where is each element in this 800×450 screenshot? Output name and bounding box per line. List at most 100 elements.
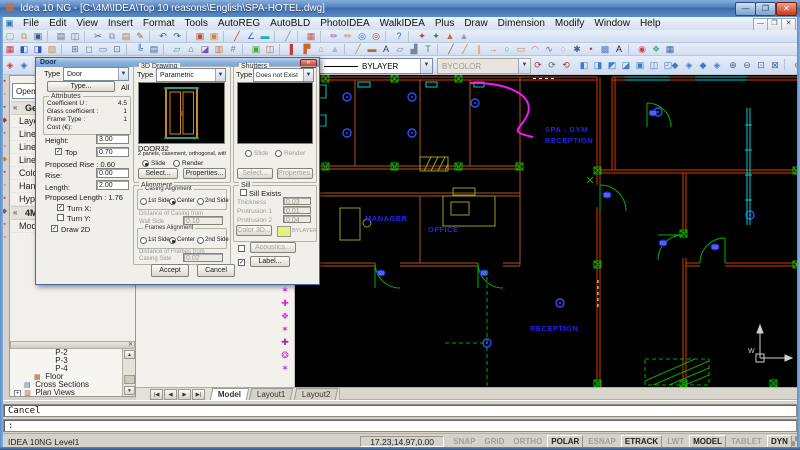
tab-nav-button[interactable]: ◀ <box>164 389 177 400</box>
shutters-type-combo[interactable]: Does not Exist ▼ <box>253 68 314 82</box>
zoom-icon[interactable]: ⊖ <box>740 59 754 71</box>
tool-icon[interactable] <box>163 44 168 55</box>
tool-icon[interactable]: ↷ <box>170 30 184 42</box>
tool-icon[interactable]: ▱ <box>170 43 184 55</box>
orbit-icon[interactable]: ⟳ <box>531 59 545 71</box>
drawing-canvas[interactable]: W SPA - GYM RECEPTION MANAGER OFFICE REC… <box>295 75 800 387</box>
tool-icon[interactable]: ▦ <box>663 43 677 55</box>
tool-icon[interactable]: ▧ <box>45 43 59 55</box>
status-toggle[interactable]: SNAP <box>449 435 479 448</box>
panel-splitter[interactable]: ✕ <box>10 341 135 349</box>
label-button[interactable]: Label... <box>250 256 290 267</box>
tool-icon[interactable]: ▣ <box>249 43 263 55</box>
menu-item[interactable]: Dimension <box>493 17 550 30</box>
tool-icon[interactable]: ❖ <box>649 43 663 55</box>
tool-icon[interactable]: ⌂ <box>184 43 198 55</box>
tool-icon[interactable]: ◌ <box>556 43 570 55</box>
tool-icon[interactable]: ◎ <box>355 30 369 42</box>
tool-icon[interactable] <box>84 31 89 42</box>
scroll-thumb[interactable] <box>124 375 135 384</box>
iso-view-icon[interactable]: ◆ <box>696 59 710 71</box>
tool-icon[interactable]: ? <box>392 30 406 42</box>
status-toggle[interactable]: MODEL <box>689 435 726 448</box>
menu-item[interactable]: Edit <box>44 17 71 30</box>
tool-icon[interactable]: ○ <box>500 43 514 55</box>
tool-icon[interactable]: ▲ <box>443 30 457 42</box>
tool-icon[interactable]: A <box>379 43 393 55</box>
3d-type-combo[interactable]: Parametric ▼ <box>156 68 226 82</box>
menu-item[interactable]: Plus <box>430 17 459 30</box>
tool-icon[interactable] <box>149 31 154 42</box>
tool-icon[interactable]: ✏ <box>327 30 341 42</box>
casing-center-radio[interactable] <box>169 198 176 205</box>
tool-icon[interactable]: ╱ <box>281 30 295 42</box>
tool-icon[interactable]: ✚ <box>278 336 292 349</box>
tool-icon[interactable] <box>126 44 131 55</box>
linetype-combo[interactable]: BYLAYER ▼ <box>319 58 433 74</box>
tool-icon[interactable]: ∿ <box>542 43 556 55</box>
view-cube-icon[interactable]: ◩ <box>605 59 619 71</box>
casing-2nd-side-radio[interactable] <box>197 198 204 205</box>
cancel-button[interactable]: Cancel <box>197 264 235 277</box>
tool-icon[interactable]: ◧ <box>17 43 31 55</box>
iso-view-icon[interactable]: ◆ <box>668 59 682 71</box>
height-field[interactable]: 3.00 <box>96 134 129 144</box>
zoom-icon[interactable]: ⊕ <box>726 59 740 71</box>
draw-2d-checkbox[interactable]: ✓ <box>51 225 58 232</box>
tool-icon[interactable]: ▦ <box>3 43 17 55</box>
close-button[interactable]: ✕ <box>776 2 797 16</box>
scroll-up-icon[interactable]: ▲ <box>124 350 135 359</box>
tool-icon[interactable]: ◨ <box>31 43 45 55</box>
tool-icon[interactable]: ▲ <box>457 30 471 42</box>
slide-radio[interactable] <box>142 160 149 167</box>
tool-icon[interactable]: ∠ <box>244 30 258 42</box>
tool-icon[interactable]: ◉ <box>635 43 649 55</box>
type-button[interactable]: Type... <box>47 81 115 92</box>
iso-view-icon[interactable]: ◈ <box>682 59 696 71</box>
tool-icon[interactable]: ▟ <box>407 43 421 55</box>
top-field[interactable]: 0.70 <box>96 147 129 157</box>
tool-icon[interactable]: ▤ <box>147 43 161 55</box>
minimize-button[interactable]: — <box>735 2 756 16</box>
turn-x-checkbox[interactable]: ✓ <box>57 204 64 211</box>
status-toggle[interactable]: TABLET <box>727 435 766 448</box>
label-checkbox[interactable]: ✓ <box>238 259 245 266</box>
layout-tab[interactable]: Layout2 <box>293 388 338 400</box>
tool-icon[interactable]: ❖ <box>278 310 292 323</box>
tool-icon[interactable]: • <box>584 43 598 55</box>
tool-icon[interactable]: ∥ <box>472 43 486 55</box>
tree-item[interactable]: P-4 <box>10 365 122 373</box>
tool-icon[interactable]: ▤ <box>54 30 68 42</box>
view-cube-icon[interactable]: ◪ <box>619 59 633 71</box>
tool-icon[interactable]: ╱ <box>444 43 458 55</box>
tool-icon[interactable]: ✱ <box>570 43 584 55</box>
horizontal-scrollbar[interactable] <box>339 387 798 400</box>
tool-icon[interactable]: ✏ <box>341 30 355 42</box>
properties-button[interactable]: Properties... <box>183 168 226 179</box>
status-toggle[interactable]: DYN <box>767 435 792 448</box>
chevron-down-icon[interactable]: ▼ <box>303 69 313 81</box>
menu-item[interactable]: Insert <box>103 17 138 30</box>
tool-icon[interactable]: ╚ <box>133 43 147 55</box>
tool-icon[interactable]: ◻ <box>82 43 96 55</box>
status-toggle[interactable]: POLAR <box>547 435 583 448</box>
tool-icon[interactable] <box>47 31 52 42</box>
tree-item[interactable]: + ▥ Plan Views <box>10 389 122 396</box>
tool-icon[interactable] <box>274 31 279 42</box>
tool-icon[interactable] <box>344 44 349 55</box>
acoustics-checkbox[interactable] <box>238 245 245 252</box>
tool-icon[interactable] <box>61 44 66 55</box>
chevron-down-icon[interactable]: ▼ <box>215 69 225 81</box>
menu-item[interactable]: Window <box>589 17 635 30</box>
zoom-icon[interactable]: ⊠ <box>768 59 782 71</box>
frames-2nd-side-radio[interactable] <box>197 237 204 244</box>
render-radio[interactable] <box>173 160 180 167</box>
tool-icon[interactable]: ◈ <box>3 59 17 71</box>
tool-icon[interactable]: ▭ <box>96 43 110 55</box>
rise-field[interactable]: 0.00 <box>96 168 129 178</box>
door-type-combo[interactable]: Door ▼ <box>63 67 129 81</box>
menu-item[interactable]: Help <box>635 17 666 30</box>
maximize-button[interactable]: ❐ <box>755 2 776 16</box>
close-icon[interactable]: ✕ <box>128 342 133 349</box>
tool-icon[interactable]: ◫ <box>263 43 277 55</box>
